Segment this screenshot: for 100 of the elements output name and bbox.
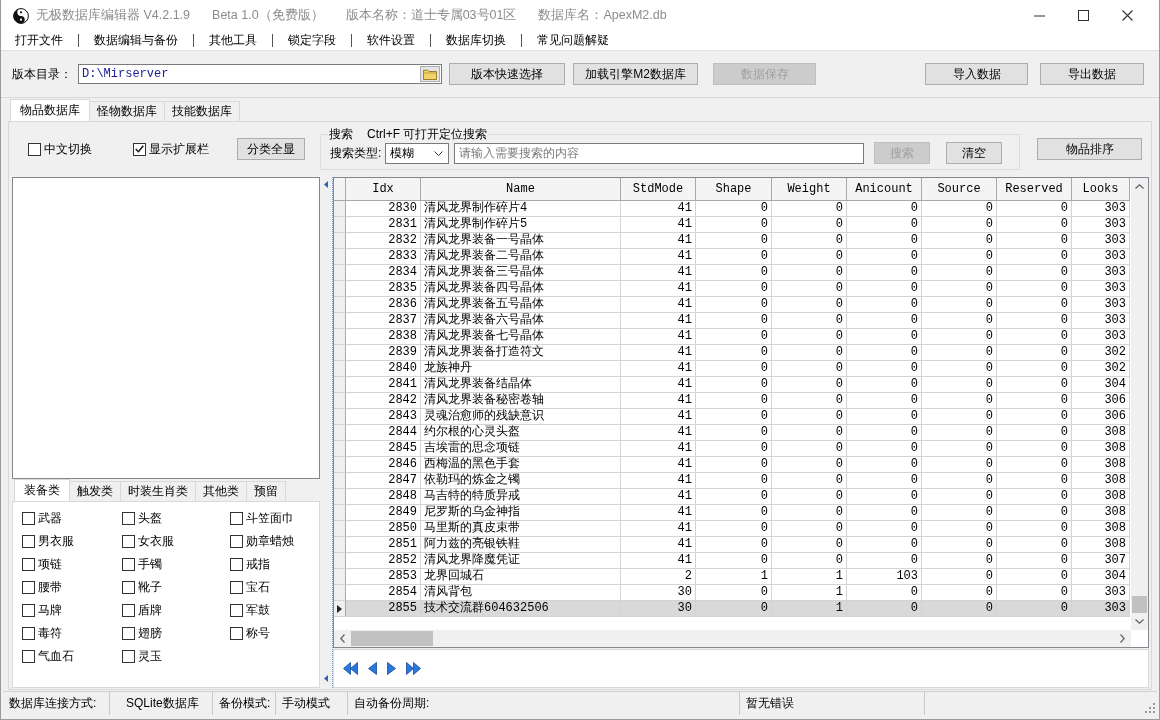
checkbox[interactable] xyxy=(230,512,243,525)
table-cell: 2847 xyxy=(346,473,421,489)
menu-item[interactable]: 软件设置 xyxy=(352,32,430,49)
button[interactable]: 版本快速选择 xyxy=(449,63,565,85)
last-record-icon[interactable] xyxy=(406,662,421,675)
table-cell: 0 xyxy=(922,393,997,409)
column-header[interactable]: Source xyxy=(922,178,997,201)
checkbox[interactable] xyxy=(122,604,135,617)
table-cell: 2853 xyxy=(346,569,421,585)
checkbox[interactable] xyxy=(122,627,135,640)
checkbox[interactable] xyxy=(22,627,35,640)
table-cell: 0 xyxy=(847,265,922,281)
scroll-left-icon[interactable] xyxy=(340,634,345,643)
menu-item[interactable]: 常见问题解疑 xyxy=(522,32,624,49)
table-cell: 41 xyxy=(621,249,696,265)
checkbox[interactable] xyxy=(22,535,35,548)
button[interactable]: 导出数据 xyxy=(1040,63,1144,85)
menu-item[interactable]: 数据编辑与备份 xyxy=(79,32,193,49)
checkbox[interactable] xyxy=(22,581,35,594)
table-cell: 2855 xyxy=(346,601,421,617)
table-cell: 0 xyxy=(696,377,772,393)
checkbox[interactable] xyxy=(22,604,35,617)
horizontal-scrollbar[interactable] xyxy=(334,630,1131,647)
table-cell: 0 xyxy=(772,361,847,377)
table-cell: 0 xyxy=(922,313,997,329)
checkbox[interactable] xyxy=(122,535,135,548)
checkbox[interactable] xyxy=(230,627,243,640)
menu-item[interactable]: 锁定字段 xyxy=(273,32,351,49)
resize-grip-icon[interactable] xyxy=(1145,703,1155,713)
scrollbar-thumb[interactable] xyxy=(1132,596,1147,613)
menu-item[interactable]: 其他工具 xyxy=(194,32,272,49)
checkbox[interactable] xyxy=(230,558,243,571)
checkbox[interactable] xyxy=(122,558,135,571)
table-cell: 0 xyxy=(997,249,1072,265)
table-cell: 302 xyxy=(1072,345,1130,361)
button[interactable]: 清空 xyxy=(946,142,1003,164)
close-icon[interactable] xyxy=(1121,10,1133,21)
table-cell: 0 xyxy=(772,473,847,489)
column-header[interactable]: Reserved xyxy=(997,178,1072,201)
table-cell: 0 xyxy=(772,265,847,281)
table-cell: 2833 xyxy=(346,249,421,265)
checkbox-label: 手镯 xyxy=(138,556,162,573)
row-header[interactable] xyxy=(334,601,346,617)
checkbox-label: 盾牌 xyxy=(138,602,162,619)
checkbox[interactable] xyxy=(133,142,146,156)
column-header[interactable]: Idx xyxy=(346,178,421,201)
collapse-arrow-icon[interactable] xyxy=(324,675,328,682)
table-cell: 0 xyxy=(922,297,997,313)
checkbox[interactable] xyxy=(22,512,35,525)
tab[interactable]: 预留 xyxy=(246,481,286,501)
tab[interactable]: 物品数据库 xyxy=(10,99,90,121)
scroll-right-icon[interactable] xyxy=(1120,634,1125,643)
checkbox[interactable] xyxy=(28,142,41,156)
table-cell: 308 xyxy=(1072,521,1130,537)
directory-field[interactable]: D:\Mirserver xyxy=(78,64,442,84)
column-header[interactable]: Looks xyxy=(1072,178,1130,201)
previous-record-icon[interactable] xyxy=(368,662,377,675)
button[interactable]: 导入数据 xyxy=(925,63,1028,85)
table-cell: 0 xyxy=(922,553,997,569)
table-cell: 2839 xyxy=(346,345,421,361)
table-cell: 308 xyxy=(1072,537,1130,553)
checkbox[interactable] xyxy=(230,581,243,594)
column-header[interactable]: StdMode xyxy=(621,178,696,201)
browse-button[interactable] xyxy=(420,66,440,82)
next-record-icon[interactable] xyxy=(387,662,396,675)
table-cell: 1 xyxy=(696,569,772,585)
scroll-up-icon[interactable] xyxy=(1135,184,1144,189)
button[interactable]: 加载引擎M2数据库 xyxy=(573,63,698,85)
maximize-icon[interactable] xyxy=(1077,10,1089,21)
scroll-down-icon[interactable] xyxy=(1135,619,1144,624)
checkbox[interactable] xyxy=(122,650,135,663)
checkbox[interactable] xyxy=(230,604,243,617)
table-cell: 0 xyxy=(997,521,1072,537)
collapse-arrow-icon[interactable] xyxy=(324,181,328,188)
first-record-icon[interactable] xyxy=(343,662,358,675)
table-cell: 0 xyxy=(922,361,997,377)
show-all-button[interactable]: 分类全显 xyxy=(237,138,305,160)
vertical-scrollbar[interactable] xyxy=(1131,178,1148,630)
checkbox[interactable] xyxy=(122,581,135,594)
sort-button[interactable]: 物品排序 xyxy=(1037,138,1142,160)
checkbox[interactable] xyxy=(22,650,35,663)
menu-item[interactable]: 数据库切换 xyxy=(431,32,521,49)
tab[interactable]: 技能数据库 xyxy=(164,101,240,121)
scrollbar-thumb[interactable] xyxy=(351,631,433,646)
column-header[interactable]: Shape xyxy=(696,178,772,201)
menu-item[interactable]: 打开文件 xyxy=(1,32,78,49)
status-text: 备份模式: xyxy=(219,695,271,712)
search-type-dropdown[interactable]: 模糊 xyxy=(385,142,450,164)
table-cell: 41 xyxy=(621,265,696,281)
column-header[interactable]: Name xyxy=(421,178,621,201)
checkbox[interactable] xyxy=(122,512,135,525)
table-cell: 303 xyxy=(1072,201,1130,217)
column-header[interactable]: Weight xyxy=(772,178,847,201)
checkbox[interactable] xyxy=(22,558,35,571)
search-field[interactable]: 请输入需要搜索的内容 xyxy=(454,142,865,164)
table-cell: 0 xyxy=(847,345,922,361)
column-header[interactable]: Anicount xyxy=(847,178,922,201)
tab[interactable]: 装备类 xyxy=(14,479,70,501)
checkbox[interactable] xyxy=(230,535,243,548)
minimize-icon[interactable] xyxy=(1033,14,1045,17)
